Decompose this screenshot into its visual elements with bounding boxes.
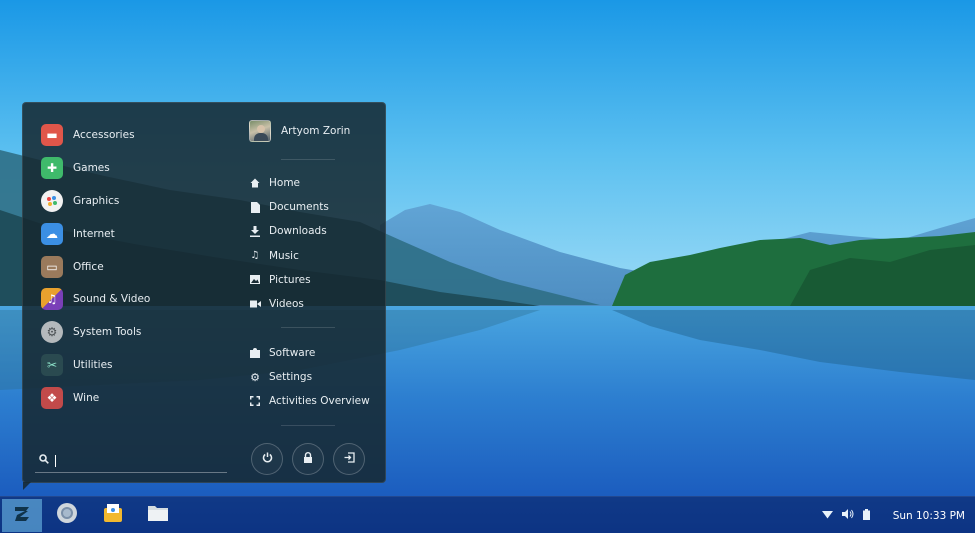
software-bag-icon: [249, 348, 261, 359]
system-software[interactable]: Software: [249, 341, 399, 365]
power-button[interactable]: [251, 443, 283, 475]
menu-search: [35, 449, 227, 473]
place-videos[interactable]: Videos: [249, 292, 389, 316]
zorin-logo-icon: [13, 506, 31, 526]
separator: [281, 159, 335, 160]
category-list: ▬ Accessories ✚ Games Graphics ☁ Interne…: [41, 119, 231, 414]
gamepad-icon: ✚: [41, 157, 63, 180]
system-label: Activities Overview: [269, 395, 370, 408]
category-utilities[interactable]: ✂ Utilities: [41, 349, 231, 382]
separator: [281, 327, 335, 328]
separator: [281, 425, 335, 426]
download-icon: [249, 225, 261, 237]
category-label: Games: [73, 162, 110, 175]
category-label: Wine: [73, 391, 100, 404]
mail-icon: [102, 502, 124, 528]
category-label: Internet: [73, 227, 115, 240]
system-list: Software ⚙ Settings Activities Overview: [249, 341, 399, 414]
utilities-icon: ✂: [41, 353, 63, 376]
session-buttons: [251, 443, 365, 475]
system-activities-overview[interactable]: Activities Overview: [249, 389, 399, 413]
lock-icon: [303, 452, 313, 466]
category-label: Accessories: [73, 129, 135, 142]
chromium-icon: [56, 502, 78, 528]
category-label: Office: [73, 260, 104, 273]
avatar: [249, 120, 271, 142]
accessories-icon: ▬: [41, 124, 63, 147]
taskbar-files[interactable]: [145, 502, 171, 528]
search-input[interactable]: [56, 454, 206, 467]
overview-corners-icon: [249, 396, 261, 407]
document-icon: [249, 201, 261, 213]
picture-icon: [249, 275, 261, 285]
category-sound-video[interactable]: ♫ Sound & Video: [41, 283, 231, 316]
wifi-icon[interactable]: [821, 510, 833, 522]
wine-icon: ❖: [41, 386, 63, 409]
category-graphics[interactable]: Graphics: [41, 185, 231, 218]
category-internet[interactable]: ☁ Internet: [41, 217, 231, 250]
briefcase-icon: ▭: [41, 255, 63, 278]
system-tray: Sun 10:33 PM: [821, 497, 965, 533]
place-music[interactable]: ♫ Music: [249, 244, 389, 268]
category-label: Utilities: [73, 358, 113, 371]
gear-icon: ⚙: [41, 321, 63, 344]
category-games[interactable]: ✚ Games: [41, 152, 231, 185]
category-label: Sound & Video: [73, 293, 151, 306]
category-label: Graphics: [73, 194, 120, 207]
place-label: Documents: [269, 201, 329, 214]
places-list: Home Documents Downloads ♫ Music Picture…: [249, 171, 389, 316]
video-camera-icon: [249, 300, 261, 308]
cloud-icon: ☁: [41, 222, 63, 245]
place-label: Videos: [269, 298, 304, 311]
user-account-button[interactable]: Artyom Zorin: [249, 119, 350, 143]
place-pictures[interactable]: Pictures: [249, 268, 389, 292]
place-downloads[interactable]: Downloads: [249, 219, 389, 243]
taskbar: Sun 10:33 PM: [0, 496, 975, 533]
place-label: Home: [269, 177, 301, 190]
user-name: Artyom Zorin: [281, 125, 351, 137]
system-label: Software: [269, 347, 316, 360]
place-documents[interactable]: Documents: [249, 195, 389, 219]
files-icon: [147, 502, 169, 528]
category-label: System Tools: [73, 326, 142, 339]
power-icon: [262, 452, 273, 466]
logout-button[interactable]: [333, 443, 365, 475]
volume-icon[interactable]: [841, 509, 854, 522]
clock[interactable]: Sun 10:33 PM: [893, 510, 965, 522]
settings-gear-icon: ⚙: [250, 370, 260, 384]
category-office[interactable]: ▭ Office: [41, 250, 231, 283]
taskbar-chromium[interactable]: [54, 502, 80, 528]
lock-button[interactable]: [292, 443, 324, 475]
taskbar-mail[interactable]: [100, 502, 126, 528]
system-settings[interactable]: ⚙ Settings: [249, 365, 399, 389]
place-home[interactable]: Home: [249, 171, 389, 195]
category-accessories[interactable]: ▬ Accessories: [41, 119, 231, 152]
place-label: Music: [269, 249, 299, 262]
category-wine[interactable]: ❖ Wine: [41, 381, 231, 414]
place-label: Pictures: [269, 273, 311, 286]
logout-icon: [344, 452, 355, 466]
zorin-menu-button[interactable]: [2, 499, 42, 532]
music-video-icon: ♫: [41, 288, 63, 311]
place-label: Downloads: [269, 225, 327, 238]
home-icon: [249, 178, 261, 188]
battery-icon[interactable]: [862, 508, 870, 523]
category-system-tools[interactable]: ⚙ System Tools: [41, 316, 231, 349]
system-label: Settings: [269, 371, 313, 384]
search-icon: [39, 454, 49, 467]
zorin-app-menu: ▬ Accessories ✚ Games Graphics ☁ Interne…: [22, 102, 389, 490]
palette-icon: [41, 189, 63, 212]
music-note-icon: ♫: [250, 250, 260, 262]
